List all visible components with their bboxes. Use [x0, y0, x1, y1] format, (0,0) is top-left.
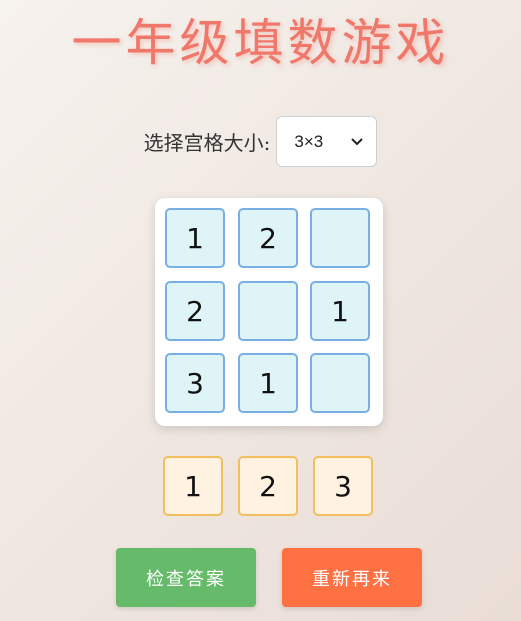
grid-cell-r2c1[interactable]: 2 — [165, 281, 225, 341]
chevron-down-icon — [351, 137, 364, 145]
grid-cell-r2c2[interactable] — [238, 281, 298, 341]
check-answer-button[interactable]: 检查答案 — [116, 548, 256, 607]
grid-size-value: 3×3 — [294, 131, 324, 151]
grid-size-label: 选择宫格大小: — [143, 131, 271, 155]
number-choice-2[interactable]: 2 — [238, 456, 298, 516]
grid-cell-r1c1[interactable]: 1 — [165, 208, 225, 268]
grid-size-row: 选择宫格大小: 3×3 — [0, 116, 521, 167]
grid-cell-r2c3[interactable]: 1 — [310, 281, 370, 341]
game-board: 1 2 2 1 3 1 — [155, 198, 383, 426]
grid-cell-r1c3[interactable] — [310, 208, 370, 268]
grid-cell-r3c3[interactable] — [310, 353, 370, 413]
number-choice-1[interactable]: 1 — [163, 456, 223, 516]
grid-cell-r3c1[interactable]: 3 — [165, 353, 225, 413]
page-title: 一年级填数游戏 — [71, 14, 450, 72]
grid-cell-r3c2[interactable]: 1 — [238, 353, 298, 413]
restart-button[interactable]: 重新再来 — [282, 548, 422, 607]
grid-size-select[interactable]: 3×3 — [276, 116, 378, 167]
grid-cell-r1c2[interactable]: 2 — [238, 208, 298, 268]
number-choice-3[interactable]: 3 — [313, 456, 373, 516]
